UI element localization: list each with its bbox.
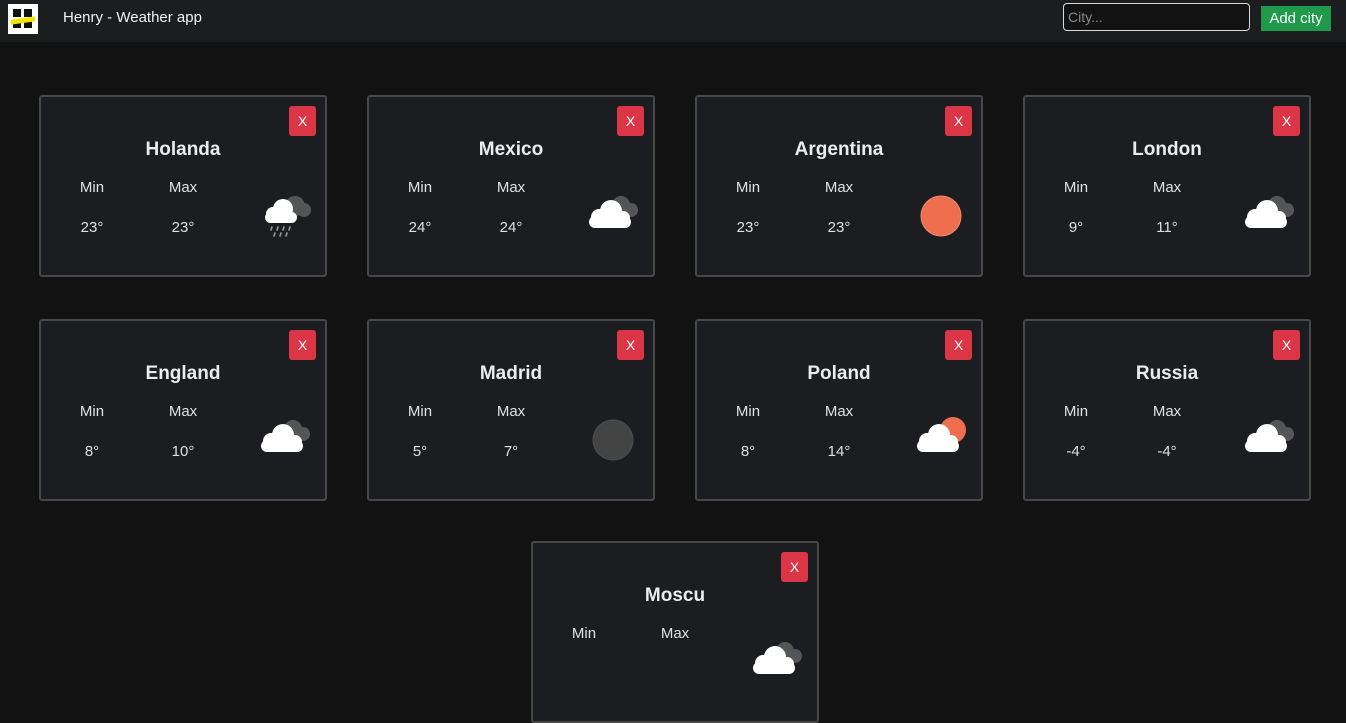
- city-card: X England Min Max 8° 10°: [39, 319, 327, 501]
- min-label: Min: [79, 179, 105, 196]
- min-label: Min: [79, 403, 105, 420]
- henry-logo-icon[interactable]: [8, 4, 38, 34]
- max-label: Max: [1152, 403, 1182, 420]
- broken-clouds-icon: [583, 190, 643, 242]
- city-name: Russia: [1135, 363, 1199, 384]
- city-card: X London Min Max 9° 11°: [1023, 95, 1311, 277]
- broken-clouds-night-icon: [747, 636, 807, 688]
- city-name: Argentina: [794, 139, 884, 160]
- city-card: X Moscu Min Max: [531, 541, 819, 723]
- close-card-button[interactable]: X: [1273, 106, 1300, 136]
- city-card: X Madrid Min Max 5° 7°: [367, 319, 655, 501]
- city-card: X Poland Min Max 8° 14°: [695, 319, 983, 501]
- max-temp: 10°: [171, 443, 195, 460]
- few-clouds-day-icon: [911, 414, 971, 466]
- close-card-button[interactable]: X: [945, 330, 972, 360]
- max-temp: -4°: [1157, 443, 1177, 460]
- min-temp: -4°: [1066, 443, 1086, 460]
- max-temp: 11°: [1156, 219, 1178, 236]
- close-card-button[interactable]: X: [617, 330, 644, 360]
- max-label: Max: [1152, 179, 1182, 196]
- min-label: Min: [735, 179, 761, 196]
- city-name: Mexico: [478, 139, 544, 160]
- city-name: England: [145, 363, 221, 384]
- close-card-button[interactable]: X: [289, 106, 316, 136]
- max-temp: 24°: [499, 219, 523, 236]
- min-label: Min: [1063, 179, 1089, 196]
- close-card-button[interactable]: X: [617, 106, 644, 136]
- broken-clouds-icon: [255, 414, 315, 466]
- min-label: Min: [407, 403, 433, 420]
- max-label: Max: [168, 403, 198, 420]
- max-label: Max: [660, 625, 690, 642]
- max-label: Max: [496, 179, 526, 196]
- min-label: Min: [735, 403, 761, 420]
- city-search-input[interactable]: [1063, 3, 1250, 31]
- max-temp: 7°: [503, 443, 519, 460]
- city-card: X Holanda Min Max 23° 23°: [39, 95, 327, 277]
- city-name: Poland: [807, 363, 871, 384]
- city-name: Holanda: [145, 139, 221, 160]
- city-name: Madrid: [479, 363, 543, 384]
- min-temp: 8°: [84, 443, 100, 460]
- min-temp: 8°: [740, 443, 756, 460]
- min-temp: 24°: [408, 219, 432, 236]
- min-temp: 23°: [736, 219, 760, 236]
- min-temp: 23°: [80, 219, 104, 236]
- max-temp: 23°: [171, 219, 195, 236]
- city-name: Moscu: [644, 585, 706, 606]
- max-temp: 23°: [827, 219, 851, 236]
- min-temp: 5°: [412, 443, 428, 460]
- app-title: Henry - Weather app: [63, 9, 202, 26]
- min-label: Min: [1063, 403, 1089, 420]
- max-label: Max: [824, 403, 854, 420]
- max-label: Max: [496, 403, 526, 420]
- add-city-button[interactable]: Add city: [1261, 6, 1331, 31]
- city-card: X Mexico Min Max 24° 24°: [367, 95, 655, 277]
- max-label: Max: [824, 179, 854, 196]
- rain-cloud-icon: [255, 190, 315, 242]
- close-card-button[interactable]: X: [781, 552, 808, 582]
- min-label: Min: [571, 625, 597, 642]
- close-card-button[interactable]: X: [945, 106, 972, 136]
- min-temp: 9°: [1068, 219, 1084, 236]
- city-card: X Argentina Min Max 23° 23°: [695, 95, 983, 277]
- min-label: Min: [407, 179, 433, 196]
- city-name: London: [1132, 139, 1202, 160]
- broken-clouds-icon: [1239, 414, 1299, 466]
- city-card: X Russia Min Max -4° -4°: [1023, 319, 1311, 501]
- close-card-button[interactable]: X: [1273, 330, 1300, 360]
- navbar: Henry - Weather app Add city: [0, 0, 1346, 42]
- clear-sun-icon: [911, 190, 971, 242]
- close-card-button[interactable]: X: [289, 330, 316, 360]
- clear-night-icon: [583, 414, 643, 466]
- broken-clouds-icon: [1239, 190, 1299, 242]
- max-label: Max: [168, 179, 198, 196]
- max-temp: 14°: [827, 443, 851, 460]
